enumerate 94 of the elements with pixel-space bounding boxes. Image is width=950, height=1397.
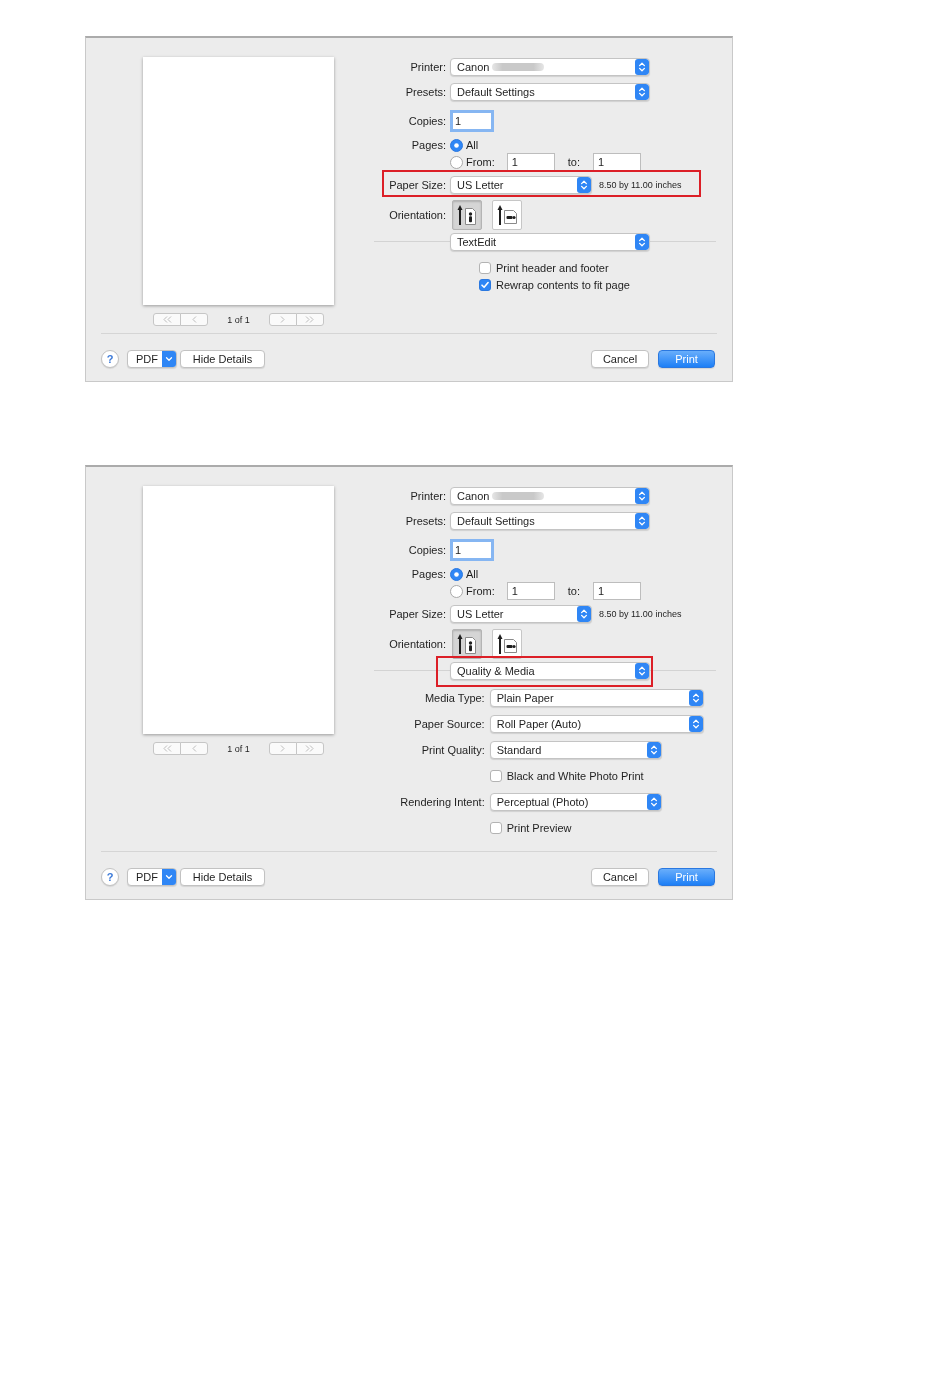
popup-menu[interactable]: Default Settings: [450, 82, 650, 101]
page-indicator: 1 of 1: [227, 743, 250, 754]
field-label: Copies:: [407, 544, 446, 556]
field-label: Paper Size:: [388, 178, 446, 191]
popup-menu[interactable]: Plain Paper: [489, 689, 704, 707]
popup-menu[interactable]: US Letter: [450, 175, 592, 194]
up-down-arrows-icon: [646, 794, 661, 810]
up-down-arrows-icon: [635, 663, 649, 679]
radio-label: All: [466, 568, 479, 580]
radio-label: From:: [466, 585, 495, 597]
popup-menu[interactable]: Standard: [489, 741, 662, 759]
up-down-arrows-icon: [635, 58, 649, 75]
popup-menu[interactable]: Perceptual (Photo): [489, 793, 662, 811]
popup-menu[interactable]: Roll Paper (Auto): [489, 715, 704, 733]
checkbox-label: Print header and footer: [496, 261, 609, 274]
field-label: Pages:: [410, 567, 446, 581]
from-page-field[interactable]: 1: [506, 582, 555, 600]
up-down-arrows-icon: [635, 487, 649, 504]
page-indicator: 1 of 1: [227, 314, 250, 325]
landscape-page-icon: [497, 632, 517, 655]
checkbox-label: Print Preview: [506, 821, 572, 834]
copies-field[interactable]: 1: [450, 539, 494, 561]
caret-down-icon: [162, 869, 176, 885]
up-down-arrows-icon: [635, 83, 649, 100]
field-label: Orientation:: [388, 637, 446, 650]
field-label: to:: [567, 585, 580, 597]
field-label: Presets:: [404, 85, 446, 98]
up-down-arrows-icon: [688, 690, 703, 706]
orientation-button[interactable]: [492, 628, 522, 659]
to-page-field[interactable]: 1: [592, 153, 641, 171]
copies-field[interactable]: 1: [450, 110, 494, 132]
paper-dimensions-text: 8.50 by 11.00 inches: [599, 608, 682, 619]
double-chevron-right-icon: [305, 316, 315, 323]
field-label: Paper Size:: [388, 607, 446, 620]
field-label: Orientation:: [388, 208, 446, 221]
orientation-button[interactable]: [452, 199, 482, 230]
caret-down-icon: [162, 351, 176, 367]
field-label: Media Type:: [423, 691, 485, 706]
checkbox-label: Rewrap contents to fit page: [496, 278, 630, 291]
up-down-arrows-icon: [577, 605, 591, 622]
checkbox[interactable]: [489, 821, 502, 834]
popup-menu[interactable]: Canon: [450, 57, 650, 76]
chevron-left-icon: [191, 745, 197, 752]
field-label: Printer:: [409, 489, 446, 502]
up-down-arrows-icon: [688, 716, 703, 732]
portrait-page-icon: [457, 203, 477, 226]
field-label: Copies:: [407, 115, 446, 127]
checkbox[interactable]: [479, 261, 492, 274]
field-label: Rendering Intent:: [400, 795, 485, 810]
radio-button[interactable]: [450, 584, 463, 598]
double-chevron-right-icon: [305, 745, 315, 752]
help-button[interactable]: ?: [101, 868, 119, 886]
radio-label: All: [466, 139, 479, 151]
cancel-button[interactable]: Cancel: [591, 868, 649, 886]
popup-menu[interactable]: Canon: [450, 486, 650, 505]
up-down-arrows-icon: [577, 176, 591, 193]
radio-button[interactable]: [450, 567, 463, 581]
chevron-left-icon: [191, 316, 197, 323]
orientation-button[interactable]: [492, 199, 522, 230]
chevron-right-icon: [280, 745, 286, 752]
checkbox[interactable]: [489, 769, 502, 782]
field-label: Print Quality:: [420, 743, 485, 758]
checkbox-label: Black and White Photo Print: [506, 769, 644, 782]
field-label: Pages:: [410, 138, 446, 152]
orientation-button[interactable]: [452, 628, 482, 659]
pdf-menu-button[interactable]: PDF: [127, 350, 177, 368]
pdf-menu-button[interactable]: PDF: [127, 868, 177, 886]
up-down-arrows-icon: [635, 512, 649, 529]
popup-menu[interactable]: TextEdit: [450, 233, 650, 251]
radio-button[interactable]: [450, 155, 463, 169]
field-label: Presets:: [404, 514, 446, 527]
double-chevron-left-icon: [162, 745, 172, 752]
popup-menu[interactable]: Quality & Media: [450, 662, 650, 680]
hide-details-button[interactable]: Hide Details: [180, 868, 265, 886]
field-label: to:: [567, 156, 580, 168]
from-page-field[interactable]: 1: [506, 153, 555, 171]
help-button[interactable]: ?: [101, 350, 119, 368]
field-label: Printer:: [409, 60, 446, 73]
double-chevron-left-icon: [162, 316, 172, 323]
to-page-field[interactable]: 1: [592, 582, 641, 600]
checkbox[interactable]: [479, 278, 492, 291]
paper-dimensions-text: 8.50 by 11.00 inches: [599, 179, 682, 190]
chevron-right-icon: [280, 316, 286, 323]
radio-button[interactable]: [450, 138, 463, 152]
popup-menu[interactable]: US Letter: [450, 604, 592, 623]
field-label: Paper Source:: [413, 717, 485, 732]
up-down-arrows-icon: [646, 742, 661, 758]
radio-label: From:: [466, 156, 495, 168]
landscape-page-icon: [497, 203, 517, 226]
cancel-button[interactable]: Cancel: [591, 350, 649, 368]
hide-details-button[interactable]: Hide Details: [180, 350, 265, 368]
popup-menu[interactable]: Default Settings: [450, 511, 650, 530]
portrait-page-icon: [457, 632, 477, 655]
up-down-arrows-icon: [635, 234, 649, 250]
